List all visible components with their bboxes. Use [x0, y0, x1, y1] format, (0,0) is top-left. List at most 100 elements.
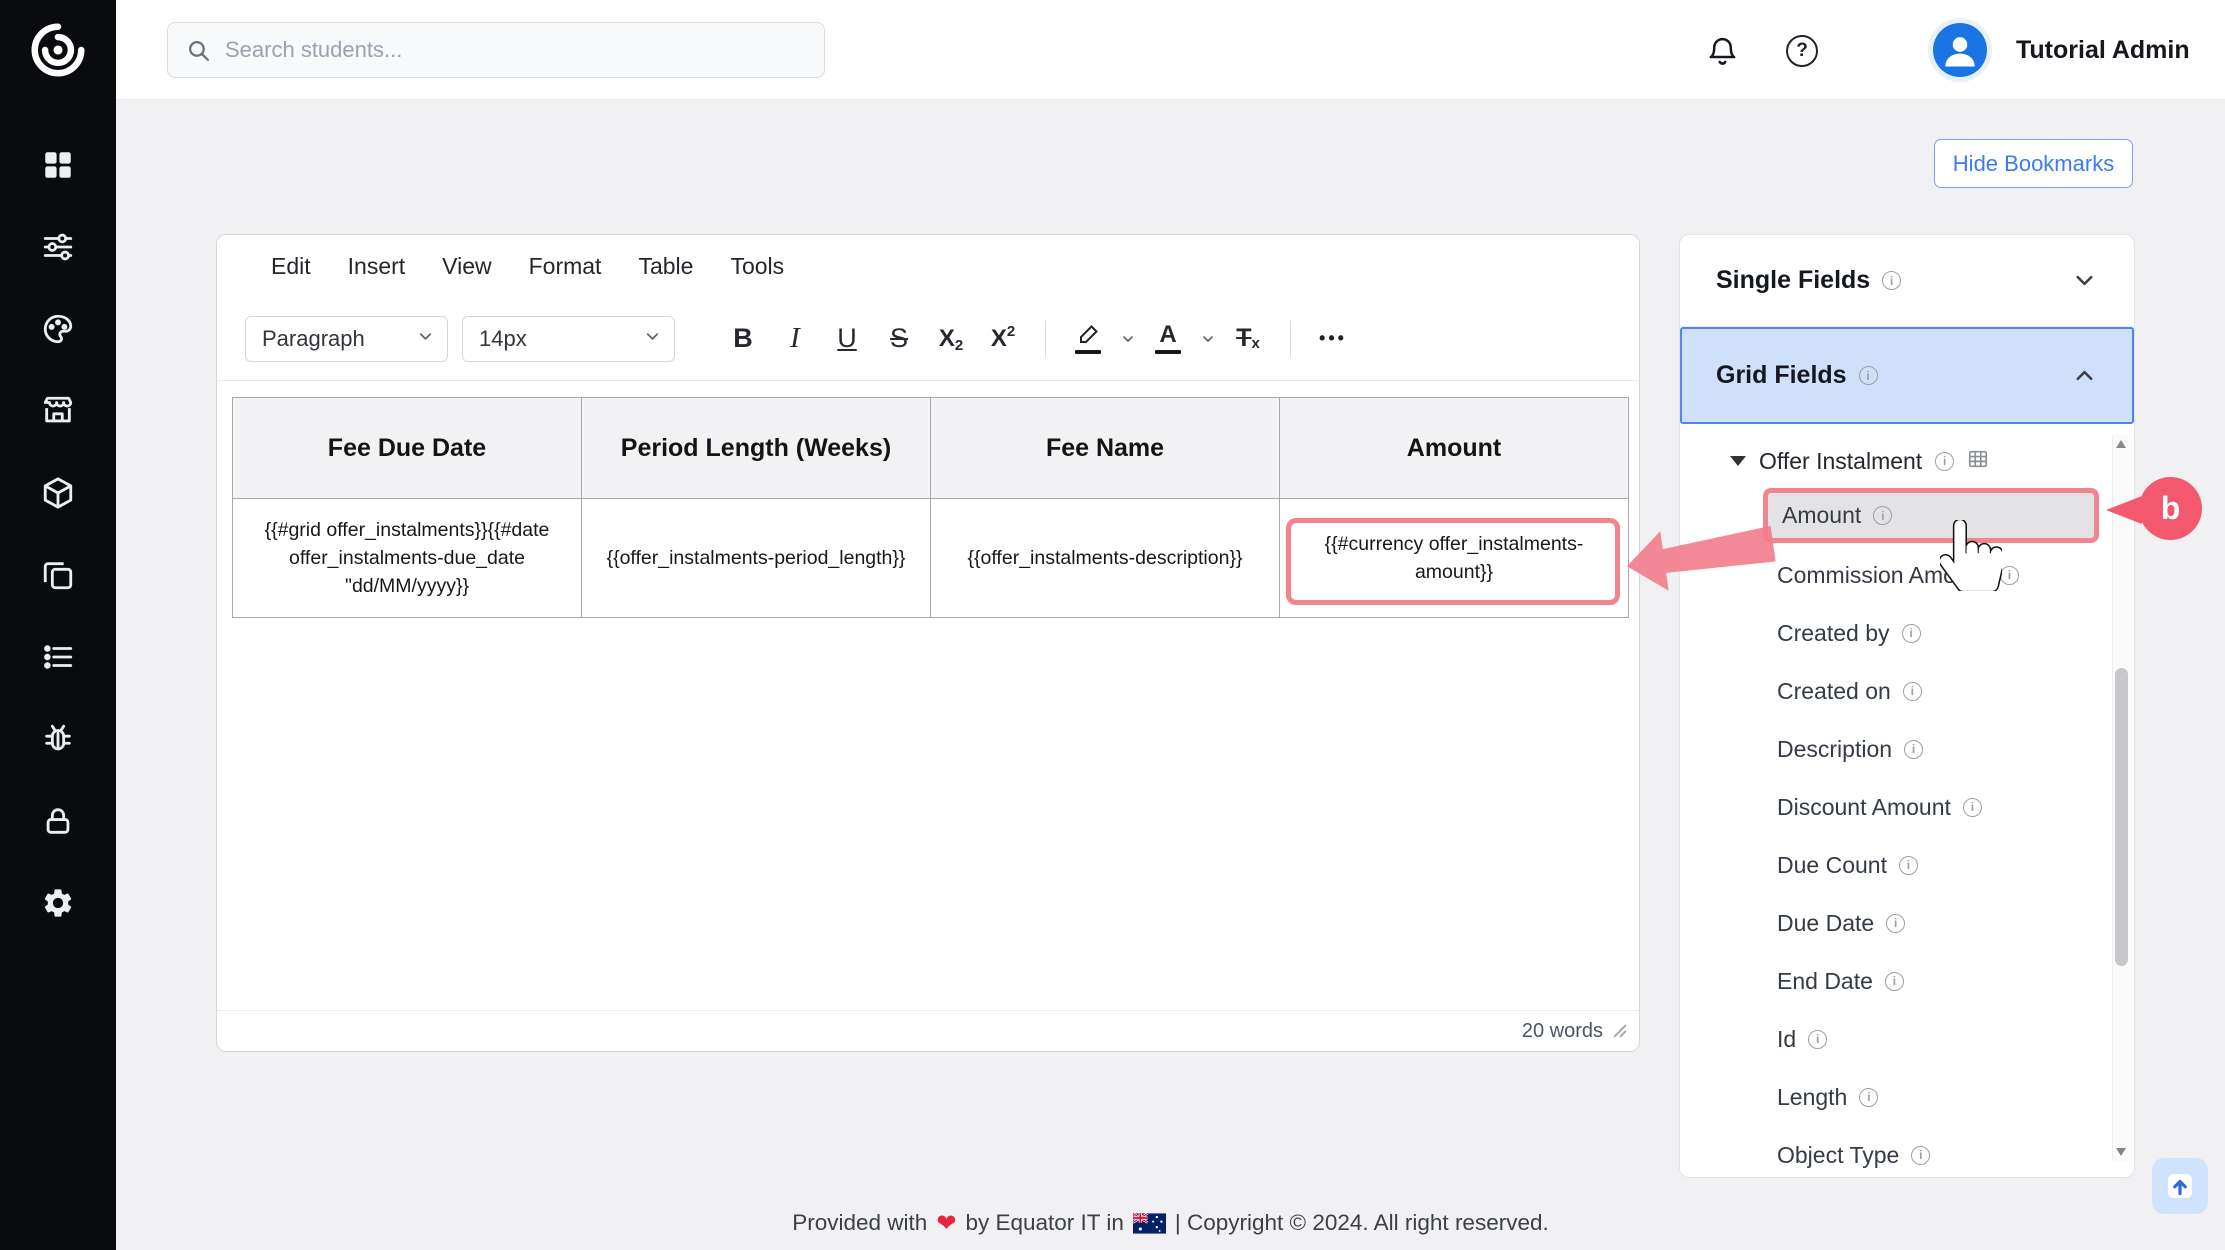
app-logo[interactable]: [0, 0, 116, 100]
field-item-commission-amount[interactable]: Commission Amount: [1680, 546, 2134, 604]
menu-view[interactable]: View: [442, 253, 491, 280]
menu-format[interactable]: Format: [529, 253, 602, 280]
cube-icon: [41, 476, 75, 510]
info-icon[interactable]: [1886, 914, 1905, 933]
field-item-description[interactable]: Description: [1680, 720, 2134, 778]
subscript-base: X: [939, 325, 955, 353]
sidebar-nav: [39, 146, 77, 922]
field-item-due-date[interactable]: Due Date: [1680, 894, 2134, 952]
menu-edit[interactable]: Edit: [271, 253, 311, 280]
cell-fee-name[interactable]: {{offer_instalments-description}}: [931, 499, 1280, 618]
sliders-icon: [41, 230, 75, 264]
rich-text-editor: Edit Insert View Format Table Tools Para…: [216, 234, 1640, 1052]
panel-scrollbar[interactable]: [2112, 435, 2129, 1161]
chevron-down-icon: [643, 326, 662, 352]
field-item-object-type[interactable]: Object Type: [1680, 1126, 2134, 1178]
scroll-top-button[interactable]: [2152, 1158, 2208, 1214]
sidebar-item-security[interactable]: [39, 802, 77, 840]
header-fee-name[interactable]: Fee Name: [931, 398, 1280, 499]
info-icon[interactable]: [2000, 566, 2019, 585]
caret-down-icon[interactable]: [1730, 456, 1746, 466]
clear-formatting-mark: x: [1251, 335, 1259, 352]
field-item-amount[interactable]: Amount: [1763, 488, 2099, 543]
field-item-label: Amount: [1782, 502, 1861, 529]
sidebar-item-settings-sliders[interactable]: [39, 228, 77, 266]
notifications-button[interactable]: [1702, 31, 1742, 71]
info-icon[interactable]: [1935, 452, 1954, 471]
underline-button[interactable]: U: [821, 313, 873, 365]
resize-grip-icon[interactable]: [1613, 1024, 1627, 1038]
info-icon[interactable]: [1859, 366, 1878, 385]
info-icon[interactable]: [1885, 972, 1904, 991]
field-item-length[interactable]: Length: [1680, 1068, 2134, 1126]
sidebar-item-lists[interactable]: [39, 638, 77, 676]
field-item-created-by[interactable]: Created by: [1680, 604, 2134, 662]
italic-button[interactable]: I: [769, 313, 821, 365]
cell-fee-due-date[interactable]: {{#grid offer_instalments}}{{#date offer…: [233, 499, 582, 618]
avatar[interactable]: [1928, 18, 1992, 82]
menu-tools[interactable]: Tools: [730, 253, 784, 280]
info-icon[interactable]: [1904, 740, 1923, 759]
info-icon[interactable]: [1963, 798, 1982, 817]
field-item-discount-amount[interactable]: Discount Amount: [1680, 778, 2134, 836]
app-logo-icon: [27, 19, 89, 81]
header-period-length[interactable]: Period Length (Weeks): [582, 398, 931, 499]
text-color-chevron[interactable]: [1194, 313, 1222, 365]
sidebar-item-settings[interactable]: [39, 884, 77, 922]
field-item-due-count[interactable]: Due Count: [1680, 836, 2134, 894]
group-label: Offer Instalment: [1759, 448, 1922, 475]
menu-insert[interactable]: Insert: [348, 253, 406, 280]
info-icon[interactable]: [1873, 506, 1892, 525]
menu-table[interactable]: Table: [638, 253, 693, 280]
info-icon[interactable]: [1903, 682, 1922, 701]
block-format-select[interactable]: Paragraph: [245, 316, 448, 362]
info-icon[interactable]: [1911, 1146, 1930, 1165]
scrollbar-thumb[interactable]: [2115, 668, 2128, 966]
australia-flag-icon: [1133, 1213, 1166, 1234]
clear-formatting-button[interactable]: T x: [1222, 313, 1274, 365]
annotation-badge-tail: [2106, 496, 2142, 524]
info-icon[interactable]: [1859, 1088, 1878, 1107]
editor-toolbar: Paragraph 14px B I U S X2 X2 A: [217, 297, 1639, 381]
sidebar-item-dashboard[interactable]: [39, 146, 77, 184]
bold-button[interactable]: B: [717, 313, 769, 365]
field-item-end-date[interactable]: End Date: [1680, 952, 2134, 1010]
more-tools-button[interactable]: •••: [1307, 313, 1359, 365]
group-offer-instalment[interactable]: Offer Instalment: [1680, 438, 2134, 484]
search-input[interactable]: [225, 37, 806, 63]
user-name: Tutorial Admin: [2016, 0, 2190, 100]
single-fields-label: Single Fields: [1716, 266, 1870, 295]
template-table[interactable]: Fee Due Date Period Length (Weeks) Fee N…: [232, 397, 1629, 618]
header-amount[interactable]: Amount: [1280, 398, 1629, 499]
info-icon[interactable]: [1808, 1030, 1827, 1049]
single-fields-header[interactable]: Single Fields: [1680, 235, 2134, 327]
field-item-created-on[interactable]: Created on: [1680, 662, 2134, 720]
highlight-color-chevron[interactable]: [1114, 313, 1142, 365]
highlight-color-button[interactable]: [1062, 313, 1114, 365]
help-button[interactable]: [1782, 31, 1822, 71]
sidebar-item-theme[interactable]: [39, 310, 77, 348]
sidebar-item-store[interactable]: [39, 392, 77, 430]
superscript-button[interactable]: X2: [977, 313, 1029, 365]
info-icon[interactable]: [1899, 856, 1918, 875]
subscript-button[interactable]: X2: [925, 313, 977, 365]
hide-bookmarks-button[interactable]: Hide Bookmarks: [1934, 139, 2133, 188]
sidebar-item-products[interactable]: [39, 474, 77, 512]
cell-amount[interactable]: {{#currency offer_instalments-amount}}: [1280, 499, 1629, 618]
sidebar-item-debug[interactable]: [39, 720, 77, 758]
grid-fields-header[interactable]: Grid Fields: [1680, 327, 2134, 424]
text-color-button[interactable]: A: [1142, 313, 1194, 365]
scrollbar-down-arrow[interactable]: [2116, 1148, 2126, 1156]
cell-period-length[interactable]: {{offer_instalments-period_length}}: [582, 499, 931, 618]
sidebar-item-templates[interactable]: [39, 556, 77, 594]
info-icon[interactable]: [1882, 271, 1901, 290]
info-icon[interactable]: [1902, 624, 1921, 643]
editor-menubar: Edit Insert View Format Table Tools: [217, 235, 1639, 297]
field-item-label: Created by: [1777, 620, 1890, 647]
field-item-id[interactable]: Id: [1680, 1010, 2134, 1068]
header-fee-due-date[interactable]: Fee Due Date: [233, 398, 582, 499]
font-size-select[interactable]: 14px: [462, 316, 675, 362]
toolbar-divider: [1290, 321, 1291, 357]
strikethrough-button[interactable]: S: [873, 313, 925, 365]
scrollbar-up-arrow[interactable]: [2116, 440, 2126, 448]
